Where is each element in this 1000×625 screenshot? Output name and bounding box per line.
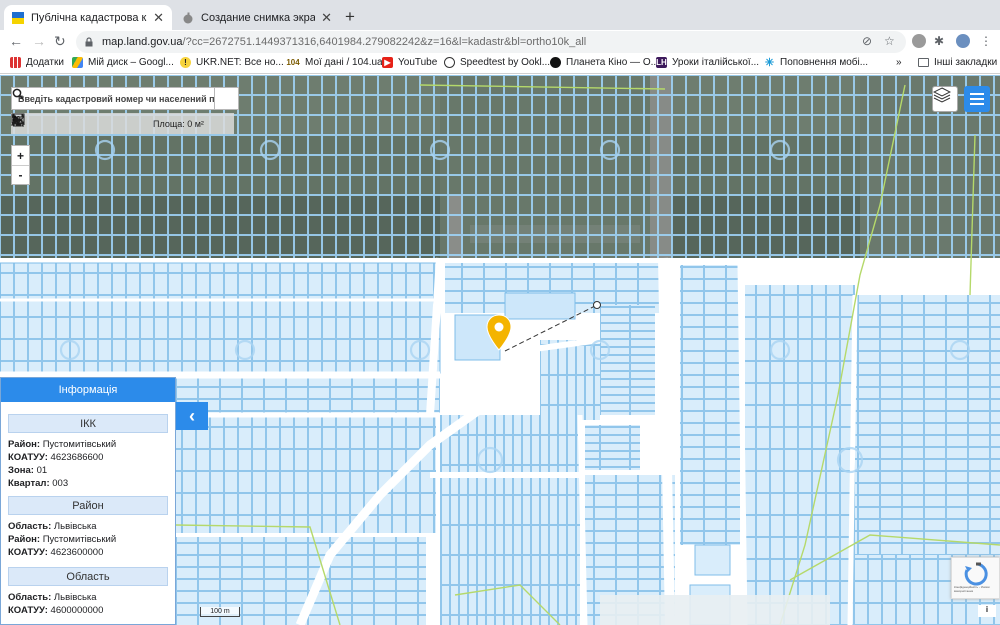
zoom-control: + - xyxy=(11,145,30,185)
bookmark-youtube[interactable]: ▶ YouTube xyxy=(382,57,437,68)
bookmark-popovnennia[interactable]: ✳ Поповнення мобі... xyxy=(764,57,868,69)
layers-button[interactable] xyxy=(932,86,958,112)
forward-icon[interactable]: → xyxy=(32,33,46,49)
measure-length-button[interactable]: M xyxy=(12,114,55,133)
ukrnet-icon: ! xyxy=(180,57,191,68)
tab-bar: Публічна кадастрова карта У ✕ Создание с… xyxy=(0,0,1000,30)
blurred-area xyxy=(600,595,830,625)
info-panel-header: Інформація xyxy=(1,378,175,402)
info-query-button[interactable]: ? xyxy=(11,113,121,133)
info-row: Квартал: 003 xyxy=(8,478,69,489)
youtube-icon: ▶ xyxy=(382,57,393,68)
tab-kadastr[interactable]: Публічна кадастрова карта У ✕ xyxy=(4,5,172,30)
bookmark-drive[interactable]: Мій диск – Googl... xyxy=(72,57,174,68)
address-bar[interactable]: map.land.gov.ua/?cc=2672751.1449371316,6… xyxy=(76,31,906,53)
kebab-menu-icon[interactable]: ⋮ xyxy=(980,34,994,48)
lock-icon xyxy=(85,37,93,47)
route-button[interactable] xyxy=(12,113,143,133)
area-readout: Площа: 0 м² xyxy=(153,118,204,129)
info-row: КОАТУУ: 4623686600 xyxy=(8,452,104,463)
apple-icon xyxy=(183,12,193,23)
menu-button[interactable] xyxy=(964,86,990,112)
bookmark-apps[interactable]: Додатки xyxy=(10,57,64,68)
info-panel: Інформація ІКК Район: Пустомитівський КО… xyxy=(0,377,176,625)
104-icon: 104 xyxy=(286,58,300,67)
bookmark-speedtest[interactable]: Speedtest by Ookl... xyxy=(444,57,550,68)
chevron-left-icon: ‹ xyxy=(189,405,195,426)
search-input[interactable] xyxy=(12,88,214,109)
bookmark-star-icon[interactable]: ☆ xyxy=(884,34,895,48)
tab-screenshot[interactable]: Создание снимка экрана на ✕ xyxy=(174,5,340,30)
other-bookmarks[interactable]: Інші закладки xyxy=(918,57,997,68)
ukraine-flag-icon xyxy=(12,11,24,24)
info-row: Зона: 01 xyxy=(8,465,48,476)
avatar[interactable] xyxy=(956,34,970,48)
puzzle-icon[interactable]: ✱ xyxy=(934,34,948,48)
section-title: Область xyxy=(8,567,168,586)
section-title: Район xyxy=(8,496,168,515)
zoom-in-button[interactable]: + xyxy=(12,146,29,165)
hamburger-icon xyxy=(970,93,984,95)
map-canvas[interactable]: M M² ? Площа: 0 м² + - Інформація ІКК Ра… xyxy=(0,75,1000,625)
lh-icon: LH xyxy=(656,57,667,68)
address-toolbar: ← → ↻ map.land.gov.ua/?cc=2672751.144937… xyxy=(0,30,1000,54)
layers-icon xyxy=(933,87,951,103)
info-row: Область: Львівська xyxy=(8,592,97,603)
search-icon xyxy=(12,88,24,100)
bookmark-planeta[interactable]: Планета Кіно — О... xyxy=(550,57,659,68)
tab-close-icon[interactable]: ✕ xyxy=(321,10,332,26)
info-row: Область: Львівська xyxy=(8,521,97,532)
tab-close-icon[interactable]: ✕ xyxy=(153,10,164,26)
back-icon[interactable]: ← xyxy=(9,33,23,49)
eye-off-icon[interactable]: ⊘ xyxy=(862,34,872,48)
recaptcha-text: Конфіденційність - Умови використання xyxy=(954,585,990,593)
info-row: КОАТУУ: 4623600000 xyxy=(8,547,104,558)
info-icon[interactable]: i xyxy=(978,605,996,617)
map-tools: M M² ? Площа: 0 м² xyxy=(11,113,234,134)
bookmark-lh[interactable]: LH Уроки італійської... xyxy=(656,57,759,68)
info-row: Район: Пустомитівський xyxy=(8,534,117,545)
new-tab-button[interactable]: + xyxy=(345,7,355,27)
scale-bar: 100 m xyxy=(200,607,240,617)
tab-title: Публічна кадастрова карта У xyxy=(31,11,147,24)
reload-icon[interactable]: ↻ xyxy=(54,33,66,50)
measure-area-button[interactable]: M² xyxy=(11,113,77,133)
select-pointer-button[interactable] xyxy=(13,114,99,133)
bookmark-ukrnet[interactable]: ! UKR.NET: Все но... xyxy=(180,57,284,68)
info-row: Район: Пустомитівський xyxy=(8,439,117,450)
tab-title: Создание снимка экрана на xyxy=(201,11,316,24)
folder-icon xyxy=(918,58,929,67)
info-row: КОАТУУ: 4600000000 xyxy=(8,605,104,616)
search-button[interactable] xyxy=(12,88,238,109)
planeta-icon xyxy=(550,57,561,68)
bookmarks-bar: Додатки Мій диск – Googl... ! UKR.NET: В… xyxy=(0,54,1000,74)
section-ikk: ІКК Район: Пустомитівський КОАТУУ: 46236… xyxy=(8,414,168,490)
collapse-panel-button[interactable]: ‹ xyxy=(176,402,208,430)
speedtest-icon xyxy=(444,57,455,68)
more-bookmarks-button[interactable]: » xyxy=(896,57,902,68)
section-oblast: Область Область: Львівська КОАТУУ: 46000… xyxy=(8,567,168,617)
bookmark-104[interactable]: 104 Мої дані / 104.ua xyxy=(286,57,382,68)
section-title: ІКК xyxy=(8,414,168,433)
url-path: /?cc=2672751.1449371316,6401984.27908224… xyxy=(182,36,587,48)
apps-icon xyxy=(10,57,21,68)
drive-icon xyxy=(72,57,83,68)
route-icon xyxy=(12,113,24,127)
extension-icon[interactable] xyxy=(912,34,926,48)
search-bar xyxy=(11,87,239,110)
star-icon: ✳ xyxy=(764,57,775,69)
recaptcha-icon xyxy=(964,562,988,586)
section-raion: Район Область: Львівська Район: Пустомит… xyxy=(8,496,168,559)
url-host: map.land.gov.ua xyxy=(102,36,183,48)
zoom-out-button[interactable]: - xyxy=(12,165,29,184)
